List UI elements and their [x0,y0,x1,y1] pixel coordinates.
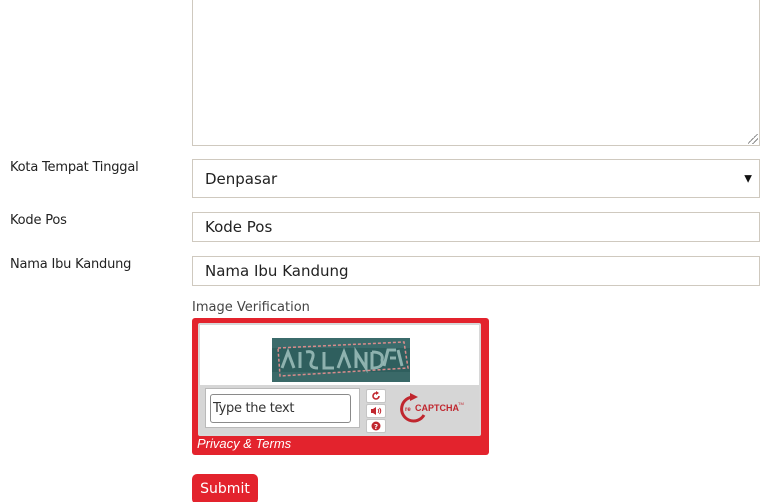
image-verification-label: Image Verification [192,300,310,315]
svg-text:re: re [405,407,411,413]
address-textarea[interactable] [192,0,760,146]
recaptcha-logo: re CAPTCHA TM [396,391,466,425]
city-select-value: Denpasar [205,169,278,188]
postal-code-placeholder: Kode Pos [205,218,273,236]
submit-button[interactable]: Submit [192,474,258,502]
help-icon: ? [371,421,381,431]
captcha-response-input[interactable]: Type the text [210,394,351,423]
captcha-image [272,338,410,382]
audio-button[interactable] [366,404,386,418]
postal-code-label: Kode Pos [10,213,67,228]
mother-name-placeholder: Nama Ibu Kandung [205,262,349,280]
refresh-button[interactable] [366,389,386,403]
recaptcha-panel: Type the text ? re CAPTCHA TM [198,323,481,436]
svg-text:TM: TM [458,401,464,406]
captcha-input-frame: Type the text [205,388,360,428]
mother-name-label: Nama Ibu Kandung [10,257,132,272]
mother-name-input[interactable]: Nama Ibu Kandung [192,256,760,286]
dropdown-arrow-icon: ▼ [744,173,752,184]
city-label: Kota Tempat Tinggal [10,160,139,175]
captcha-controls: Type the text ? re CAPTCHA TM [200,385,479,434]
refresh-icon [372,391,380,400]
resize-grip-icon[interactable] [748,134,758,144]
city-select[interactable]: Denpasar ▼ [192,159,760,198]
svg-text:CAPTCHA: CAPTCHA [415,403,459,413]
privacy-terms-link[interactable]: Privacy & Terms [197,436,291,451]
svg-text:?: ? [374,423,378,431]
recaptcha-widget: Type the text ? re CAPTCHA TM Privacy & … [192,318,489,455]
postal-code-input[interactable]: Kode Pos [192,212,760,242]
captcha-input-placeholder: Type the text [213,401,295,416]
audio-icon [371,407,382,415]
help-button[interactable]: ? [366,419,386,433]
